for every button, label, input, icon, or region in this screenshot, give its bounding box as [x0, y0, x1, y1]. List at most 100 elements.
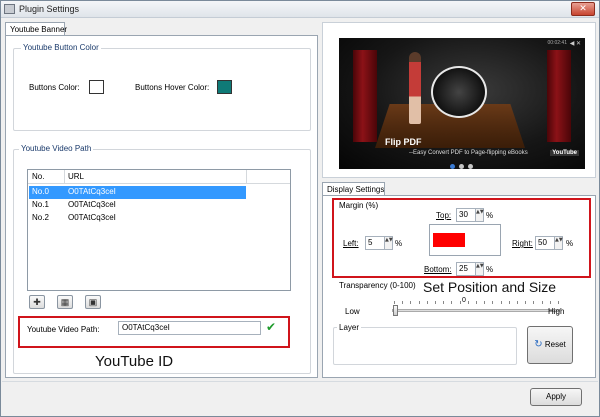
flip-logo-image: [431, 66, 487, 118]
transparency-high-label: High: [548, 307, 565, 316]
margin-top-input[interactable]: 30: [456, 208, 476, 222]
margin-bottom-input[interactable]: 25: [456, 262, 476, 276]
delete-row-button[interactable]: ▦: [57, 295, 73, 309]
curtain-left: [353, 50, 377, 142]
margin-bottom-spinner[interactable]: ▲▼: [476, 262, 484, 276]
margin-bottom-percent: %: [486, 265, 494, 274]
buttons-hover-color-label: Buttons Hover Color:: [135, 83, 210, 92]
youtube-video-path-input[interactable]: O0TAtCq3ceI: [118, 321, 261, 335]
margin-left-label: Left:: [343, 239, 359, 248]
set-position-size-annotation: Set Position and Size: [423, 279, 557, 295]
transparency-label: Transparency (0-100): [339, 281, 416, 290]
banner-preview: 00:02:41 ◀ ✕ Flip PDF --Easy Convert PDF…: [339, 38, 585, 169]
preview-time: 00:02:41: [547, 40, 567, 46]
margin-top-label: Top:: [436, 211, 452, 220]
column-header-no[interactable]: No.: [32, 172, 44, 181]
button-color-group-label: Youtube Button Color: [21, 43, 101, 52]
preview-title: Flip PDF: [385, 137, 422, 147]
table-row[interactable]: No.0 O0TAtCq3ceI: [29, 186, 246, 199]
margin-right-label: Right:: [512, 239, 533, 248]
carousel-dot-active[interactable]: [450, 164, 455, 169]
slider-tick: [435, 301, 436, 304]
slider-tick: [508, 301, 510, 304]
save-list-button[interactable]: ▣: [85, 295, 101, 309]
title-bar: Plugin Settings ✕: [1, 1, 599, 18]
position-preview-rect: [433, 233, 465, 247]
app-window-icon: [4, 4, 15, 14]
slider-tick: [410, 301, 412, 304]
column-header-url[interactable]: URL: [68, 172, 84, 181]
margin-left-percent: %: [395, 239, 403, 248]
slider-tick: [549, 301, 551, 304]
row-url: O0TAtCq3ceI: [68, 187, 116, 196]
slider-tick: [426, 301, 428, 304]
window-title: Plugin Settings: [19, 4, 80, 14]
footer-divider: [2, 381, 598, 382]
margin-right-percent: %: [566, 239, 574, 248]
transparency-slider-track[interactable]: [392, 309, 560, 312]
layer-label: Layer: [337, 323, 362, 332]
table-row[interactable]: No.2 O0TAtCq3ceI: [29, 212, 246, 225]
table-row[interactable]: No.1 O0TAtCq3ceI: [29, 199, 246, 212]
slider-tick: [541, 301, 543, 304]
video-path-list[interactable]: No. URL No.0 O0TAtCq3ceI No.1 O0TAtCq3ceI No…: [27, 169, 291, 291]
carousel-dot[interactable]: [459, 164, 464, 169]
tab-youtube-banner[interactable]: Youtube Banner: [5, 22, 67, 36]
curtain-right: [547, 50, 571, 142]
reset-icon: ↻: [534, 339, 543, 350]
slider-tick: [525, 301, 527, 304]
youtube-video-path-label: Youtube Video Path:: [27, 325, 100, 334]
close-button[interactable]: ✕: [571, 2, 595, 16]
slider-tick: [500, 301, 502, 304]
tab-display-settings[interactable]: Display Settings: [322, 182, 385, 196]
margin-left-spinner[interactable]: ▲▼: [385, 236, 393, 250]
slider-tick: [517, 301, 518, 304]
youtube-logo: YouTube: [550, 150, 579, 156]
carousel-dot[interactable]: [468, 164, 473, 169]
preview-subtitle: --Easy Convert PDF to Page-flipping eBoo…: [409, 150, 528, 156]
margin-top-spinner[interactable]: ▲▼: [476, 208, 484, 222]
slider-tick: [484, 301, 486, 304]
row-number: No.1: [32, 200, 49, 209]
presenter-figure: [409, 52, 421, 124]
slider-tick: [402, 301, 404, 304]
margin-top-percent: %: [486, 211, 494, 220]
row-number: No.2: [32, 213, 49, 222]
row-url: O0TAtCq3ceI: [68, 213, 116, 222]
reset-button-label: Reset: [544, 340, 566, 349]
buttons-color-label: Buttons Color:: [29, 83, 80, 92]
margin-left-input[interactable]: 5: [365, 236, 385, 250]
slider-tick: [533, 301, 535, 304]
slider-tick: [418, 301, 420, 304]
row-number: No.0: [32, 187, 49, 196]
margin-bottom-label: Bottom:: [424, 265, 452, 274]
transparency-slider-thumb[interactable]: [393, 305, 398, 316]
apply-button[interactable]: Apply: [530, 388, 582, 406]
slider-tick: [394, 301, 395, 304]
margin-right-spinner[interactable]: ▲▼: [555, 236, 563, 250]
slider-tick: [558, 301, 559, 304]
slider-tick: [467, 301, 469, 304]
video-path-group-label: Youtube Video Path: [19, 144, 94, 153]
layer-group: [333, 327, 517, 365]
transparency-low-label: Low: [345, 307, 360, 316]
list-header: No. URL: [28, 170, 290, 184]
slider-tick: [443, 301, 445, 304]
reset-button[interactable]: ↻ Reset: [527, 326, 573, 364]
slider-tick: [492, 301, 494, 304]
slider-tick: [451, 301, 453, 304]
margin-label: Margin (%): [337, 201, 381, 210]
margin-right-input[interactable]: 50: [535, 236, 555, 250]
transparency-value: 0: [462, 297, 466, 304]
column-separator: [246, 170, 247, 184]
add-row-button[interactable]: ✚: [29, 295, 45, 309]
buttons-hover-color-swatch[interactable]: [217, 80, 232, 94]
confirm-check-icon[interactable]: ✔: [266, 320, 276, 334]
column-separator: [64, 170, 65, 184]
row-url: O0TAtCq3ceI: [68, 200, 116, 209]
volume-icon: ◀ ✕: [569, 41, 581, 47]
plugin-settings-window: Plugin Settings ✕ Youtube Banner Youtube…: [0, 0, 600, 417]
buttons-color-swatch[interactable]: [89, 80, 104, 94]
youtube-id-annotation: YouTube ID: [95, 353, 174, 370]
slider-tick: [476, 301, 477, 304]
